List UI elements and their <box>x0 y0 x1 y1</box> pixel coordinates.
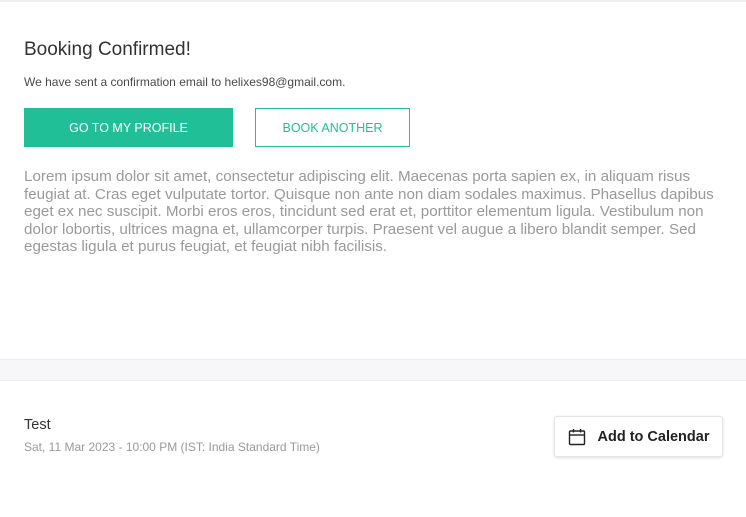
confirmation-title: Booking Confirmed! <box>24 39 191 60</box>
action-buttons: GO TO MY PROFILE BOOK ANOTHER <box>24 108 724 147</box>
booking-confirmation-page: Booking Confirmed! We have sent a confir… <box>0 0 746 517</box>
add-to-calendar-label: Add to Calendar <box>597 428 710 445</box>
confirmation-email-message: We have sent a confirmation email to hel… <box>24 75 346 89</box>
event-summary: Test Sat, 11 Mar 2023 - 10:00 PM (IST: I… <box>24 415 724 465</box>
add-to-calendar-button[interactable]: Add to Calendar <box>554 416 723 457</box>
calendar-icon <box>568 428 586 446</box>
book-another-button[interactable]: BOOK ANOTHER <box>255 108 410 147</box>
go-to-profile-button[interactable]: GO TO MY PROFILE <box>24 108 233 147</box>
top-divider <box>0 0 746 2</box>
confirmation-description: Lorem ipsum dolor sit amet, consectetur … <box>24 168 714 256</box>
confirmation-section: Booking Confirmed! We have sent a confir… <box>24 36 724 256</box>
section-divider <box>0 359 746 381</box>
